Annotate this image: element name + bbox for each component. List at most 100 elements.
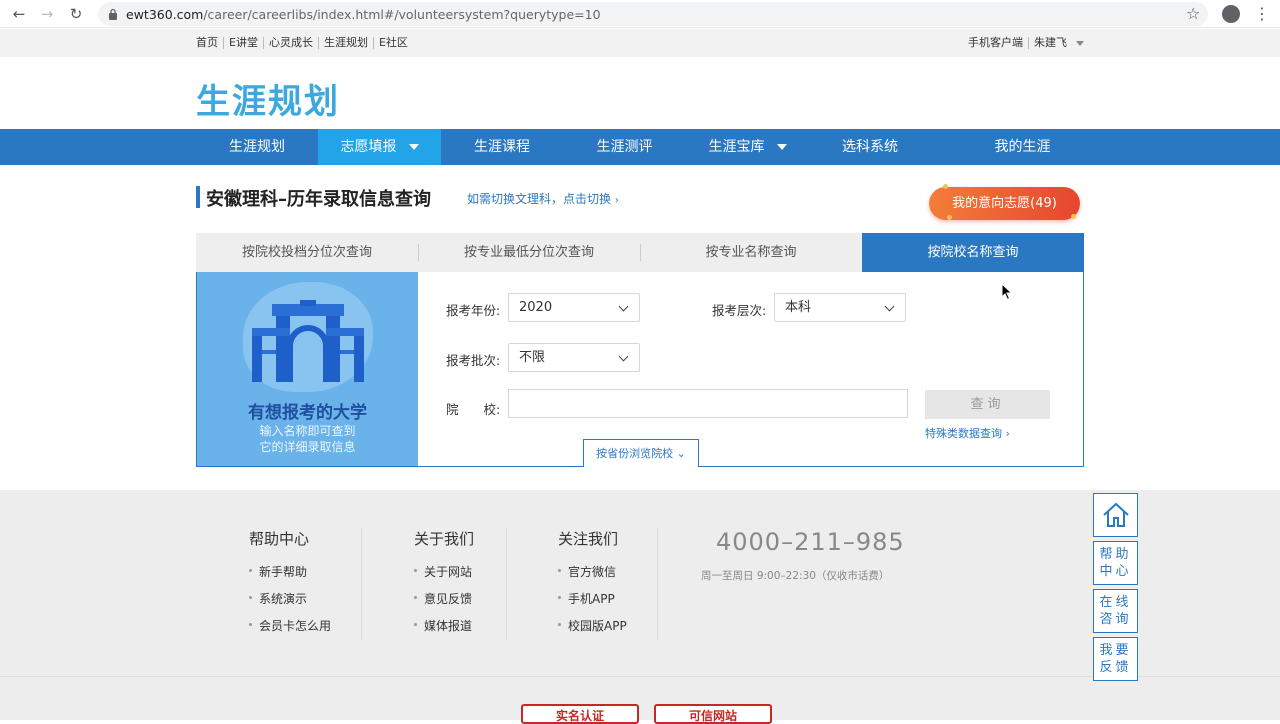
forward-arrow-icon[interactable]: → [33,0,61,28]
browser-menu-icon[interactable]: ⋮ [1254,4,1270,23]
nav-item-courses[interactable]: 生涯课程 [441,129,563,165]
address-bar[interactable]: ewt360.com/career/careerlibs/index.html#… [98,2,1208,26]
page-title: 安徽理科–历年录取信息查询 [206,189,431,210]
footer-link[interactable]: 官方微信 [558,563,627,590]
year-select[interactable]: 2020 [508,293,640,322]
nav-item-treasury[interactable]: 生涯宝库 [686,129,809,165]
nav-item-subject-select[interactable]: 选科系统 [809,129,931,165]
year-value: 2020 [519,300,553,315]
special-data-label: 特殊类数据查询 [925,427,1002,440]
footer-follow-column: 关注我们 官方微信 手机APP 校园版APP [558,490,627,644]
side-feedback-button[interactable]: 我要 反馈 [1093,637,1138,681]
top-link-home[interactable]: 首页 [196,37,223,49]
side-help-center-button[interactable]: 帮助 中心 [1093,541,1138,585]
year-label: 报考年份: [446,303,501,318]
school-name-input[interactable] [508,389,908,418]
url-domain: ewt360.com [126,6,204,22]
lock-icon [109,8,117,20]
footer-about-column: 关于我们 关于网站 意见反馈 媒体报道 [414,490,474,644]
top-user-area: 手机客户端 朱建飞 [963,37,1084,49]
nav-item-my-career[interactable]: 我的生涯 [961,129,1084,165]
footer-help-title: 帮助中心 [249,530,310,548]
url-path: /career/careerlibs/index.html#/volunteer… [203,6,601,22]
nav-item-career-plan[interactable]: 生涯规划 [196,129,318,165]
chevron-down-icon [884,301,895,312]
promo-banner: 有想报考的大学 输入名称即可查到 它的详细录取信息 [197,272,418,466]
promo-subtitle: 输入名称即可查到 它的详细录取信息 [197,423,418,455]
footer-link[interactable]: 关于网站 [414,563,474,590]
query-button[interactable]: 查询 [925,390,1050,419]
footer-link[interactable]: 新手帮助 [249,563,331,590]
side-label: 在线 [1099,595,1132,610]
trusted-site-badge[interactable]: 可信网站 [654,704,772,724]
query-tabs: 按院校投档分位次查询 按专业最低分位次查询 按专业名称查询 按院校名称查询 [196,233,1084,272]
top-links: 首页 E讲堂 心灵成长 生涯规划 E社区 [196,37,413,49]
tab-by-school-name[interactable]: 按院校名称查询 [862,233,1084,272]
top-utility-bar: 首页 E讲堂 心灵成长 生涯规划 E社区 手机客户端 朱建飞 [0,29,1280,57]
promo-subtitle-line1: 输入名称即可查到 [259,424,356,438]
back-arrow-icon[interactable]: ← [5,0,33,28]
user-name[interactable]: 朱建飞 [1028,37,1072,49]
nav-label: 生涯宝库 [708,139,765,155]
tab-by-major-min-rank[interactable]: 按专业最低分位次查询 [418,233,640,272]
level-value: 本科 [785,300,812,315]
footer [0,490,1280,720]
title-accent-bar [196,186,200,208]
side-label: 咨询 [1099,612,1132,627]
footer-about-title: 关于我们 [414,530,475,548]
chevron-down-icon [618,351,629,362]
main-nav: 生涯规划 志愿填报 生涯课程 生涯测评 生涯宝库 选科系统 我的生涯 [0,129,1280,165]
footer-divider [361,528,362,640]
batch-select[interactable]: 不限 [508,343,640,372]
browse-label: 按省份浏览院校 [596,447,674,460]
footer-divider [657,528,658,640]
chevron-down-icon [618,301,629,312]
footer-help-column: 帮助中心 新手帮助 系统演示 会员卡怎么用 [249,490,331,644]
sparkle-dot [943,184,948,189]
side-float-bar: 帮助 中心 在线咨询 我要 反馈 [1093,493,1138,685]
school-label: 院 校: [446,402,501,417]
mobile-client-link[interactable]: 手机客户端 [963,37,1028,49]
top-link-mind-growth[interactable]: 心灵成长 [262,37,318,49]
side-online-consult-button[interactable]: 在线 咨询 [1093,589,1138,633]
tab-by-major-name[interactable]: 按专业名称查询 [640,233,862,272]
top-link-career-plan[interactable]: 生涯规划 [317,37,373,49]
footer-link[interactable]: 系统演示 [249,590,331,617]
footer-link[interactable]: 手机APP [558,590,627,617]
dropdown-caret-icon [408,144,419,150]
user-menu-caret-icon[interactable] [1076,40,1084,46]
nav-item-assessment[interactable]: 生涯测评 [563,129,686,165]
promo-subtitle-line2: 它的详细录取信息 [259,440,356,454]
switch-subject-link[interactable]: 如需切换文理科，点击切换 › [467,190,619,207]
footer-link[interactable]: 媒体报道 [414,617,474,644]
dropdown-caret-icon [776,144,787,150]
site-logo[interactable]: 生涯规划 [196,74,340,123]
bookmark-star-icon[interactable]: ☆ [1186,4,1200,23]
nav-label: 选科系统 [842,139,898,155]
reload-icon[interactable]: ↻ [62,0,90,28]
batch-label: 报考批次: [446,353,501,368]
footer-link[interactable]: 校园版APP [558,617,627,644]
special-data-link[interactable]: 特殊类数据查询 › [925,425,1010,441]
tab-by-school-rank[interactable]: 按院校投档分位次查询 [196,233,418,272]
side-label: 中心 [1099,564,1132,579]
promo-title: 有想报考的大学 [248,403,367,423]
real-name-badge[interactable]: 实名认证 [521,704,639,724]
browser-toolbar: ← → ↻ ewt360.com/career/careerlibs/index… [0,0,1280,28]
nav-label: 我的生涯 [994,139,1051,155]
nav-item-volunteer[interactable]: 志愿填报 [318,129,441,165]
side-home-button[interactable] [1093,493,1138,537]
hotline-number: 4000–211–985 [716,528,905,556]
level-select[interactable]: 本科 [774,293,906,322]
nav-label: 志愿填报 [340,139,397,155]
top-link-e-lecture[interactable]: E讲堂 [223,37,263,49]
profile-avatar-icon[interactable] [1222,5,1240,23]
nav-label: 生涯测评 [596,139,653,155]
footer-link[interactable]: 意见反馈 [414,590,474,617]
footer-link[interactable]: 会员卡怎么用 [249,617,331,644]
browse-by-province-button[interactable]: 按省份浏览院校 ⌄ [583,439,699,467]
my-wish-button[interactable]: 我的意向志愿(49) [929,184,1080,220]
top-link-e-community[interactable]: E社区 [372,37,413,49]
side-label: 我要 [1099,643,1132,658]
hotline-note: 周一至周日 9:00–22:30（仅收市话费） [701,570,890,582]
